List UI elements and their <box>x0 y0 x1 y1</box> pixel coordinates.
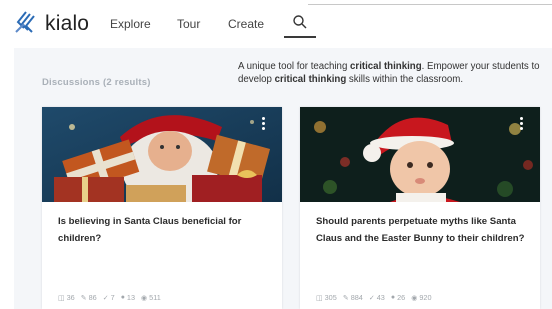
stat-value: 884 <box>350 293 363 302</box>
stat-value: 305 <box>324 293 337 302</box>
stat-views: ◉ 511 <box>141 293 161 302</box>
stat-value: 86 <box>88 293 97 302</box>
header-divider <box>308 4 552 5</box>
nav-create[interactable]: Create <box>228 17 264 31</box>
kialo-logo-icon <box>15 11 35 33</box>
stat-edits: ✎ 86 <box>81 293 97 302</box>
stat-value: 7 <box>110 293 115 302</box>
menu-dot <box>519 127 523 130</box>
vote-icon: ✓ <box>102 294 109 302</box>
users-icon: ● <box>120 294 125 301</box>
stat-comments: ◫ 305 <box>316 293 337 302</box>
tagline-text: skills within the classroom. <box>346 74 464 85</box>
stat-value: 26 <box>397 293 406 302</box>
stat-participants: ● 26 <box>391 293 405 302</box>
menu-dot <box>519 122 523 125</box>
card-stats: ◫ 305 ✎ 884 ✓ 43 ● 26 ◉ 920 <box>316 293 432 302</box>
card-title[interactable]: Should parents perpetuate myths like San… <box>316 213 528 247</box>
tagline-text: A unique tool for teaching <box>238 61 351 72</box>
card-title[interactable]: Is believing in Santa Claus beneficial f… <box>58 213 270 247</box>
stat-value: 920 <box>419 293 432 302</box>
menu-dot <box>519 117 523 120</box>
discussion-card[interactable]: Should parents perpetuate myths like San… <box>300 107 540 309</box>
card-image-baby <box>300 107 540 202</box>
stat-value: 36 <box>66 293 75 302</box>
stat-votes: ✓ 7 <box>103 293 115 302</box>
menu-dot <box>261 127 265 130</box>
stat-views: ◉ 920 <box>411 293 431 302</box>
top-navbar: kialo Explore Tour Create <box>0 0 552 48</box>
pencil-icon: ✎ <box>342 294 349 302</box>
stat-votes: ✓ 43 <box>369 293 385 302</box>
vote-icon: ✓ <box>368 294 375 302</box>
card-stats: ◫ 36 ✎ 86 ✓ 7 ● 13 ◉ 511 <box>58 293 161 302</box>
discussion-results-area: Discussions (2 results) A unique tool fo… <box>14 48 552 309</box>
tagline: A unique tool for teaching critical thin… <box>238 60 543 86</box>
nav-explore[interactable]: Explore <box>110 17 151 31</box>
stat-value: 43 <box>376 293 385 302</box>
results-count: Discussions (2 results) <box>42 77 151 88</box>
kialo-logo[interactable]: kialo <box>14 10 89 38</box>
stat-edits: ✎ 884 <box>343 293 363 302</box>
tagline-emphasis: critical thinking <box>274 74 347 85</box>
card-menu-button[interactable] <box>260 117 266 130</box>
chat-icon: ◫ <box>316 294 323 302</box>
menu-dot <box>261 117 265 120</box>
stat-participants: ● 13 <box>121 293 135 302</box>
stat-value: 13 <box>126 293 136 302</box>
menu-dot <box>261 122 265 125</box>
brand-name: kialo <box>45 12 90 35</box>
tagline-emphasis: critical thinking <box>350 61 422 72</box>
stat-comments: ◫ 36 <box>58 293 75 302</box>
card-image-santa <box>42 107 282 202</box>
nav-tour[interactable]: Tour <box>177 17 200 31</box>
users-icon: ● <box>390 294 396 301</box>
search-icon <box>293 15 307 29</box>
search-button[interactable] <box>284 12 316 38</box>
eye-icon: ◉ <box>141 294 148 302</box>
discussion-card[interactable]: Is believing in Santa Claus beneficial f… <box>42 107 282 309</box>
pencil-icon: ✎ <box>80 294 87 302</box>
eye-icon: ◉ <box>411 294 418 302</box>
chat-icon: ◫ <box>58 294 65 302</box>
card-menu-button[interactable] <box>518 117 524 130</box>
stat-value: 511 <box>149 293 161 302</box>
